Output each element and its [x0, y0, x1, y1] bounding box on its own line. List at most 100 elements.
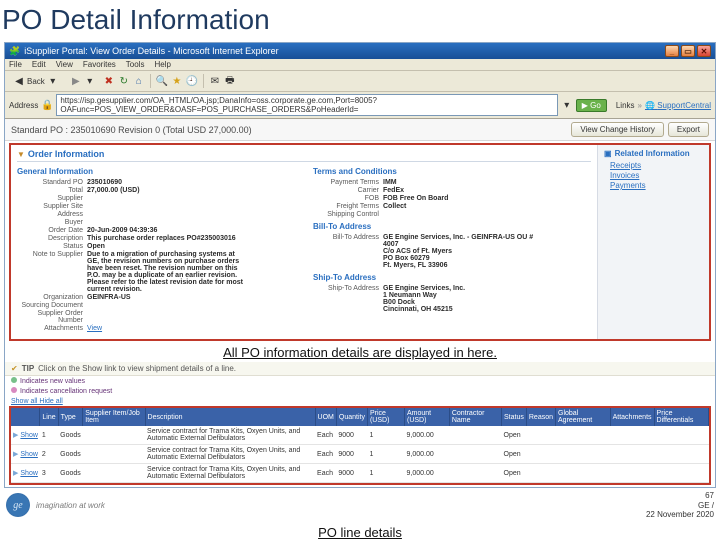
- view-change-history-button[interactable]: View Change History: [571, 122, 664, 137]
- col-line[interactable]: Line: [40, 408, 58, 426]
- cell-qty: 9000: [336, 445, 367, 464]
- showall-link[interactable]: Show all Hide all: [11, 398, 63, 405]
- page-body: Standard PO : 235010690 Revision 0 (Tota…: [5, 119, 715, 485]
- col-qty[interactable]: Quantity: [336, 408, 367, 426]
- value-order-date: 20-Jun-2009 04:39:36: [87, 227, 157, 234]
- cell-global: [556, 445, 611, 464]
- tip-text: Click on the Show link to view shipment …: [38, 364, 236, 373]
- cell-line: 2: [40, 445, 58, 464]
- col-expand[interactable]: [11, 408, 40, 426]
- label-shipctrl: Shipping Control: [313, 211, 383, 218]
- callout-po-info: All PO information details are displayed…: [5, 343, 715, 362]
- related-information-panel: ▣Related Information Receipts Invoices P…: [597, 145, 709, 339]
- col-contractor[interactable]: Contractor Name: [449, 408, 501, 426]
- cell-contractor: [449, 464, 501, 483]
- cell-reason: [526, 426, 555, 445]
- show-link[interactable]: Show: [20, 451, 38, 458]
- export-button[interactable]: Export: [668, 122, 709, 137]
- link-invoices[interactable]: Invoices: [610, 171, 703, 180]
- menu-edit[interactable]: Edit: [32, 60, 46, 69]
- print-icon[interactable]: 🖶: [224, 75, 236, 87]
- menu-favorites[interactable]: Favorites: [83, 60, 116, 69]
- menu-view[interactable]: View: [56, 60, 73, 69]
- dropdown-icon[interactable]: ▾: [561, 99, 573, 111]
- link-icon: ▣: [604, 149, 612, 158]
- value-payterms: IMM: [383, 179, 397, 186]
- cell-reason: [526, 445, 555, 464]
- expand-icon[interactable]: ▶: [13, 432, 18, 439]
- menu-help[interactable]: Help: [154, 60, 170, 69]
- value-freight: Collect: [383, 203, 406, 210]
- col-pricediff[interactable]: Price Differentials: [654, 408, 708, 426]
- cell-amount: 9,000.00: [405, 445, 450, 464]
- cell-price: 1: [367, 464, 404, 483]
- col-type[interactable]: Type: [58, 408, 83, 426]
- table-row: ▶Show1GoodsService contract for Trama Ki…: [11, 426, 709, 445]
- cell-desc: Service contract for Trama Kits, Oxyen U…: [145, 445, 315, 464]
- cell-global: [556, 426, 611, 445]
- browser-window: 🧩 iSupplier Portal: View Order Details -…: [4, 42, 716, 488]
- search-icon[interactable]: 🔍: [156, 75, 168, 87]
- tip-icon: ✔: [11, 364, 18, 373]
- go-button[interactable]: ▶ Go: [576, 99, 607, 112]
- supportcentral-link[interactable]: 🌐 SupportCentral: [645, 101, 711, 110]
- url-input[interactable]: https://isp.gesupplier.com/OA_HTML/OA.js…: [56, 94, 557, 116]
- cell-attach: [610, 426, 654, 445]
- expand-icon[interactable]: ▶: [13, 470, 18, 477]
- col-description[interactable]: Description: [145, 408, 315, 426]
- col-status[interactable]: Status: [502, 408, 527, 426]
- window-icon: 🧩: [9, 46, 20, 57]
- col-amount[interactable]: Amount (USD): [405, 408, 450, 426]
- mail-icon[interactable]: ✉: [209, 75, 221, 87]
- globe-icon: 🌐: [645, 101, 655, 110]
- cell-amount: 9,000.00: [405, 426, 450, 445]
- close-button[interactable]: ✕: [697, 45, 711, 57]
- slide-footer: ge imagination at work 67 GE / 22 Novemb…: [0, 488, 720, 521]
- col-globalagreement[interactable]: Global Agreement: [556, 408, 611, 426]
- tip-row: ✔ TIP Click on the Show link to view shi…: [5, 362, 715, 376]
- col-price[interactable]: Price (USD): [367, 408, 404, 426]
- col-supplier-item[interactable]: Supplier Item/Job Item: [83, 408, 145, 426]
- cell-contractor: [449, 445, 501, 464]
- po-lines-grid: Line Type Supplier Item/Job Item Descrip…: [9, 406, 711, 485]
- home-icon[interactable]: ⌂: [133, 75, 145, 87]
- legend-new: Indicates new values: [5, 376, 715, 386]
- stop-icon[interactable]: ✖: [103, 75, 115, 87]
- back-label: Back: [27, 77, 45, 86]
- minimize-button[interactable]: _: [665, 45, 679, 57]
- link-receipts[interactable]: Receipts: [610, 161, 703, 170]
- history-icon[interactable]: 🕘: [186, 75, 198, 87]
- back-button[interactable]: ◀Back▾: [9, 73, 63, 89]
- cell-type: Goods: [58, 464, 83, 483]
- label-description: Description: [17, 235, 87, 242]
- section-title-label: Order Information: [28, 149, 105, 159]
- link-attachments[interactable]: View: [87, 325, 102, 332]
- forward-button[interactable]: ▶▾: [66, 73, 100, 89]
- page-number: 67: [646, 491, 714, 501]
- show-link[interactable]: Show: [20, 470, 38, 477]
- collapse-icon[interactable]: ▼: [17, 150, 25, 159]
- table-row: ▶Show2GoodsService contract for Trama Ki…: [11, 445, 709, 464]
- link-payments[interactable]: Payments: [610, 181, 703, 190]
- window-buttons: _ ▭ ✕: [665, 45, 711, 57]
- expand-icon[interactable]: ▶: [13, 451, 18, 458]
- show-link[interactable]: Show: [20, 432, 38, 439]
- cell-price: 1: [367, 445, 404, 464]
- cell-line: 3: [40, 464, 58, 483]
- label-payterms: Payment Terms: [313, 179, 383, 186]
- menu-tools[interactable]: Tools: [126, 60, 145, 69]
- favorites-icon[interactable]: ★: [171, 75, 183, 87]
- label-supplier-site: Supplier Site: [17, 203, 87, 210]
- po-header-text: Standard PO : 235010690 Revision 0 (Tota…: [11, 125, 252, 135]
- cell-status: Open: [502, 445, 527, 464]
- maximize-button[interactable]: ▭: [681, 45, 695, 57]
- cell-price: 1: [367, 426, 404, 445]
- col-reason[interactable]: Reason: [526, 408, 555, 426]
- col-attachments[interactable]: Attachments: [610, 408, 654, 426]
- menu-file[interactable]: File: [9, 60, 22, 69]
- label-billto: Bill-To Address: [313, 234, 383, 269]
- col-uom[interactable]: UOM: [315, 408, 336, 426]
- cell-global: [556, 464, 611, 483]
- cell-qty: 9000: [336, 464, 367, 483]
- refresh-icon[interactable]: ↻: [118, 75, 130, 87]
